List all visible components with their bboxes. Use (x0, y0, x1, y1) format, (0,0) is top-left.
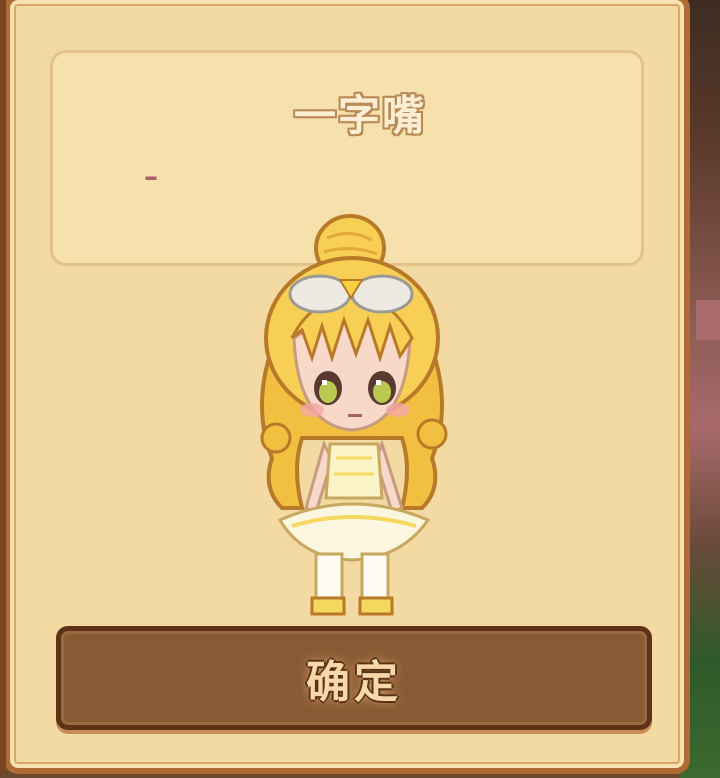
item-name: 一字嘴 (293, 91, 426, 140)
background-decor (696, 300, 720, 340)
item-description: – (144, 160, 158, 193)
character-avatar-icon (260, 214, 448, 616)
confirm-button[interactable]: 确定 (56, 626, 652, 730)
confirm-button-label: 确定 (306, 657, 402, 708)
